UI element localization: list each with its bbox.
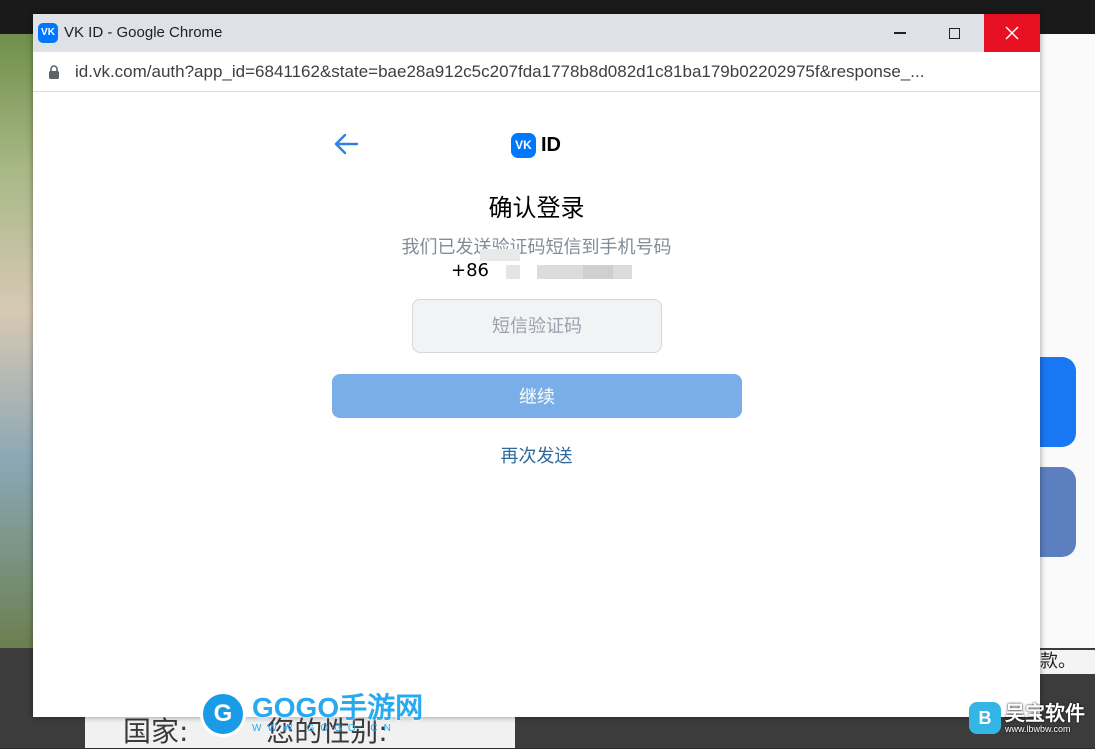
redacted-phone-blur: [480, 249, 520, 261]
background-blue-button: [1040, 357, 1076, 447]
maximize-button[interactable]: [932, 14, 977, 52]
window-title: VK ID - Google Chrome: [64, 24, 223, 41]
background-blue-button-2: [1040, 467, 1076, 557]
close-button[interactable]: [984, 14, 1040, 52]
address-bar[interactable]: id.vk.com/auth?app_id=6841162&state=bae2…: [33, 52, 1040, 92]
chrome-popup-window: VK VK ID - Google Chrome id.vk.com/auth?…: [33, 14, 1040, 717]
country-label: 国家:: [123, 715, 198, 748]
lbw-logo-icon: B: [969, 702, 1001, 734]
minimize-icon: [893, 32, 906, 34]
sms-sent-message: 我们已发送验证码短信到手机号码: [401, 237, 672, 258]
background-photo: [0, 34, 33, 648]
vk-id-auth-page: VK ID 确认登录 我们已发送验证码短信到手机号码 +86 继续 再次发送: [33, 92, 1040, 717]
back-arrow-icon[interactable]: [333, 132, 359, 156]
vk-app-icon: VK: [38, 23, 58, 43]
resend-code-link[interactable]: 再次发送: [33, 442, 1040, 468]
lbw-watermark-url: www.lbwbw.com: [1005, 724, 1071, 734]
lbw-watermark: B 吴宝软件 www.lbwbw.com: [969, 702, 1085, 734]
page-title: 确认登录: [488, 194, 585, 222]
vk-logo-icon: VK: [511, 133, 536, 158]
redacted-phone-blur: [583, 265, 613, 279]
background-text-snippet: 款。: [1040, 650, 1095, 674]
maximize-icon: [949, 27, 960, 39]
sms-code-input[interactable]: [412, 299, 662, 353]
gogo-watermark-title: GOGO手游网: [252, 692, 424, 723]
title-bar[interactable]: VK VK ID - Google Chrome: [33, 14, 1040, 52]
redacted-phone-blur: [506, 265, 520, 279]
minimize-button[interactable]: [877, 14, 922, 52]
gogo-logo-icon: G: [200, 691, 246, 737]
phone-prefix: +86: [451, 259, 489, 281]
gogo-watermark: G GOGO手游网 WWW.GOGO.CN: [200, 688, 423, 740]
lbw-watermark-title: 吴宝软件: [1005, 701, 1085, 725]
gogo-watermark-url: WWW.GOGO.CN: [252, 723, 397, 734]
phone-number: +86: [451, 259, 489, 281]
close-icon: [1005, 26, 1019, 40]
continue-button[interactable]: 继续: [332, 374, 742, 418]
vk-id-logo-text: ID: [541, 134, 561, 156]
lock-icon: [49, 65, 59, 79]
vk-id-logo: VK ID: [511, 133, 561, 158]
url-text[interactable]: id.vk.com/auth?app_id=6841162&state=bae2…: [75, 52, 1025, 92]
